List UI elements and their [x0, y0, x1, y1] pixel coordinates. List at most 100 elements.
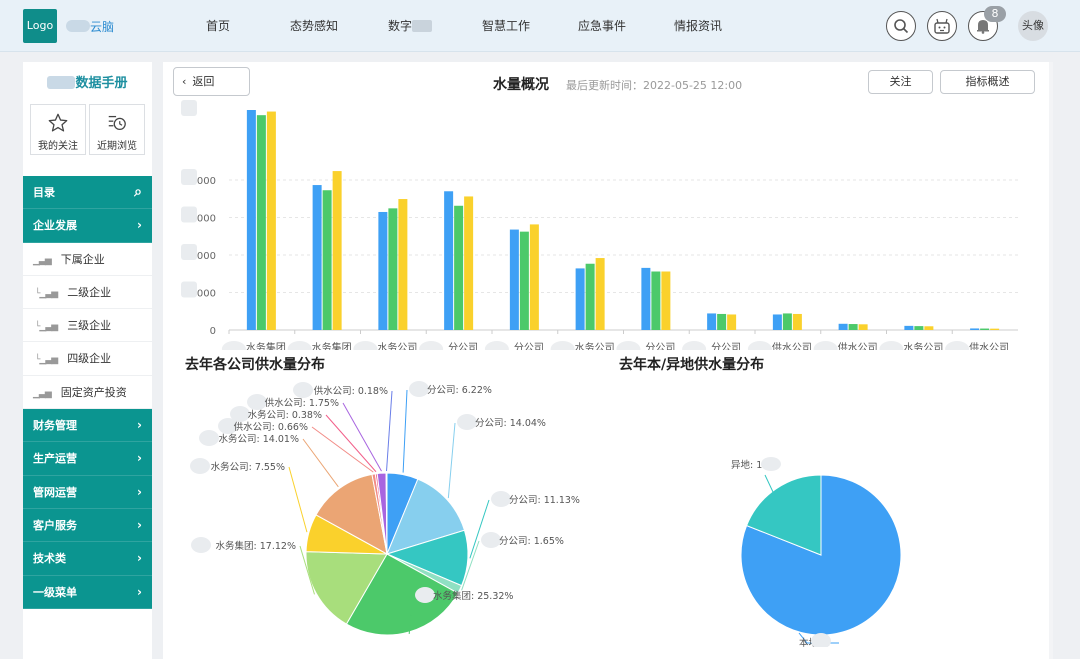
bar[interactable] [980, 328, 990, 330]
sidebar-item-2[interactable]: ▁▃▅ 下属企业 [23, 242, 152, 276]
nav-home[interactable]: 首页 [170, 0, 266, 52]
sidebar-item-7[interactable]: 财务管理 › [23, 409, 152, 443]
bar[interactable] [509, 229, 519, 330]
x-tick-label: 分公司 [645, 342, 675, 350]
bar[interactable] [661, 271, 671, 330]
nav-intel[interactable]: 情报资讯 [650, 0, 746, 52]
bar[interactable] [595, 258, 605, 330]
bar[interactable] [585, 263, 595, 330]
bar-chart: 00000000000000000水务集团 水务集团 水务公司 分公司 分公司 水务公司分… [181, 100, 1018, 350]
local-remote-pie-chart: 本地: 8异地: 1 [731, 457, 902, 647]
bar[interactable] [398, 199, 408, 330]
robot-icon[interactable] [927, 11, 957, 41]
bar[interactable] [838, 323, 848, 330]
bar[interactable] [322, 190, 332, 330]
back-button[interactable]: ‹ 返回 [173, 67, 250, 96]
bar-chart-icon: ▁▃▅ [33, 388, 52, 399]
pie-label: 水务公司: 7.55% [211, 461, 285, 473]
chevron-left-icon: ‹ [182, 75, 187, 88]
nav-emergency[interactable]: 应急事件 [554, 0, 650, 52]
nav-digital[interactable]: 数字 [362, 0, 458, 52]
x-tick-label: 供水公司 [772, 341, 812, 350]
follow-button[interactable]: 关注 [868, 70, 933, 94]
handbook-title: 数据手册 [23, 72, 152, 91]
sidebar-item-3[interactable]: └▁▃▅ 二级企业 [23, 275, 152, 310]
pie-label-line [764, 474, 774, 493]
sidebar-item-0[interactable]: 目录 ⌕ [23, 176, 152, 210]
indicator-overview-button[interactable]: 指标概述 [940, 70, 1035, 94]
top-navbar: Logo 云脑 首页 态势感知 数字 智慧工作 应急事件 情报资讯 8 头像 [0, 0, 1080, 52]
bar[interactable] [782, 313, 792, 330]
nav-smart-work[interactable]: 智慧工作 [458, 0, 554, 52]
recent-label: 近期浏览 [97, 141, 137, 152]
bar[interactable] [256, 115, 266, 330]
sidebar-item-12[interactable]: 一级菜单 › [23, 575, 152, 609]
page-title: 水量概况 [493, 77, 549, 93]
bar[interactable] [792, 313, 802, 330]
pie-label: 水务集团: 17.12% [216, 540, 296, 552]
scrollbar[interactable] [1049, 62, 1053, 659]
sidebar-item-8[interactable]: 生产运营 › [23, 442, 152, 476]
sidebar-item-11[interactable]: 技术类 › [23, 542, 152, 576]
bar[interactable] [924, 326, 934, 330]
bar[interactable] [519, 231, 529, 330]
x-tick-label: 水务公司 [903, 341, 943, 350]
bar[interactable] [707, 313, 717, 330]
pie-label-line [342, 402, 382, 472]
bar[interactable] [904, 325, 914, 330]
bar[interactable] [388, 208, 398, 330]
sidebar-item-5[interactable]: └▁▃▅ 四级企业 [23, 342, 152, 376]
pie-label: 异地: 1 [731, 459, 762, 471]
bar[interactable] [312, 185, 322, 330]
recent-button[interactable]: 近期浏览 [89, 104, 145, 155]
sidebar-item-label: 客户服务 [33, 518, 77, 532]
pie-label: 供水公司: 0.18% [314, 385, 388, 397]
sidebar-menu: 目录 ⌕ 企业发展 › ▁▃▅ 下属企业 └▁▃▅ 二级企业 └▁▃▅ 三级企业 └▁▃▅ 四级企业 ▁… [23, 176, 152, 609]
chevron-right-icon: › [137, 584, 142, 599]
company-supply-pie-chart: 分公司: 6.22% 分公司: 14.04% 分公司: 11.13% 分公司: 1.6… [190, 381, 580, 636]
bar[interactable] [970, 328, 980, 330]
bar[interactable] [858, 324, 868, 330]
nav-digital-label: 数字 [387, 19, 412, 33]
sidebar-item-9[interactable]: 管网运营 › [23, 475, 152, 509]
bar-chart-icon: ▁▃▅ [33, 255, 52, 266]
bar[interactable] [529, 224, 539, 330]
sidebar-item-1[interactable]: 企业发展 › [23, 209, 152, 243]
bar[interactable] [332, 171, 342, 330]
bar[interactable] [717, 313, 727, 330]
redacted-blur [293, 382, 313, 398]
logo[interactable]: Logo [23, 9, 57, 43]
bar[interactable] [246, 110, 256, 330]
favorites-button[interactable]: 我的关注 [30, 104, 86, 155]
nav-situation[interactable]: 态势感知 [266, 0, 362, 52]
bar[interactable] [651, 271, 661, 330]
star-icon [48, 113, 68, 132]
redacted-blur [66, 20, 90, 32]
redacted-blur [221, 341, 246, 350]
pie-label: 分公司: 1.65% [499, 536, 564, 547]
x-tick-label: 分公司 [711, 342, 741, 350]
pie-label: 分公司: 6.22% [427, 385, 492, 396]
bar[interactable] [575, 268, 585, 330]
redacted-blur [190, 458, 210, 474]
bar[interactable] [464, 196, 474, 330]
bar[interactable] [266, 111, 276, 330]
bar[interactable] [914, 326, 924, 330]
bar[interactable] [727, 314, 737, 330]
bar[interactable] [378, 211, 388, 330]
sidebar-item-10[interactable]: 客户服务 › [23, 508, 152, 543]
redacted-blur [181, 100, 197, 116]
bar[interactable] [990, 328, 1000, 330]
last-updated: 最后更新时间：2022-05-25 12:00 [566, 79, 743, 92]
redacted-blur [415, 587, 435, 603]
bar-chart-icon: └▁▃▅ [35, 288, 58, 299]
sidebar-item-6[interactable]: ▁▃▅ 固定资产投资 [23, 375, 152, 410]
sidebar-item-4[interactable]: └▁▃▅ 三级企业 [23, 309, 152, 343]
bar[interactable] [772, 314, 782, 330]
search-icon[interactable] [886, 11, 916, 41]
bar[interactable] [848, 324, 858, 330]
bar[interactable] [454, 205, 464, 330]
bar[interactable] [641, 267, 651, 330]
bar[interactable] [444, 191, 454, 330]
avatar[interactable]: 头像 [1018, 11, 1048, 41]
